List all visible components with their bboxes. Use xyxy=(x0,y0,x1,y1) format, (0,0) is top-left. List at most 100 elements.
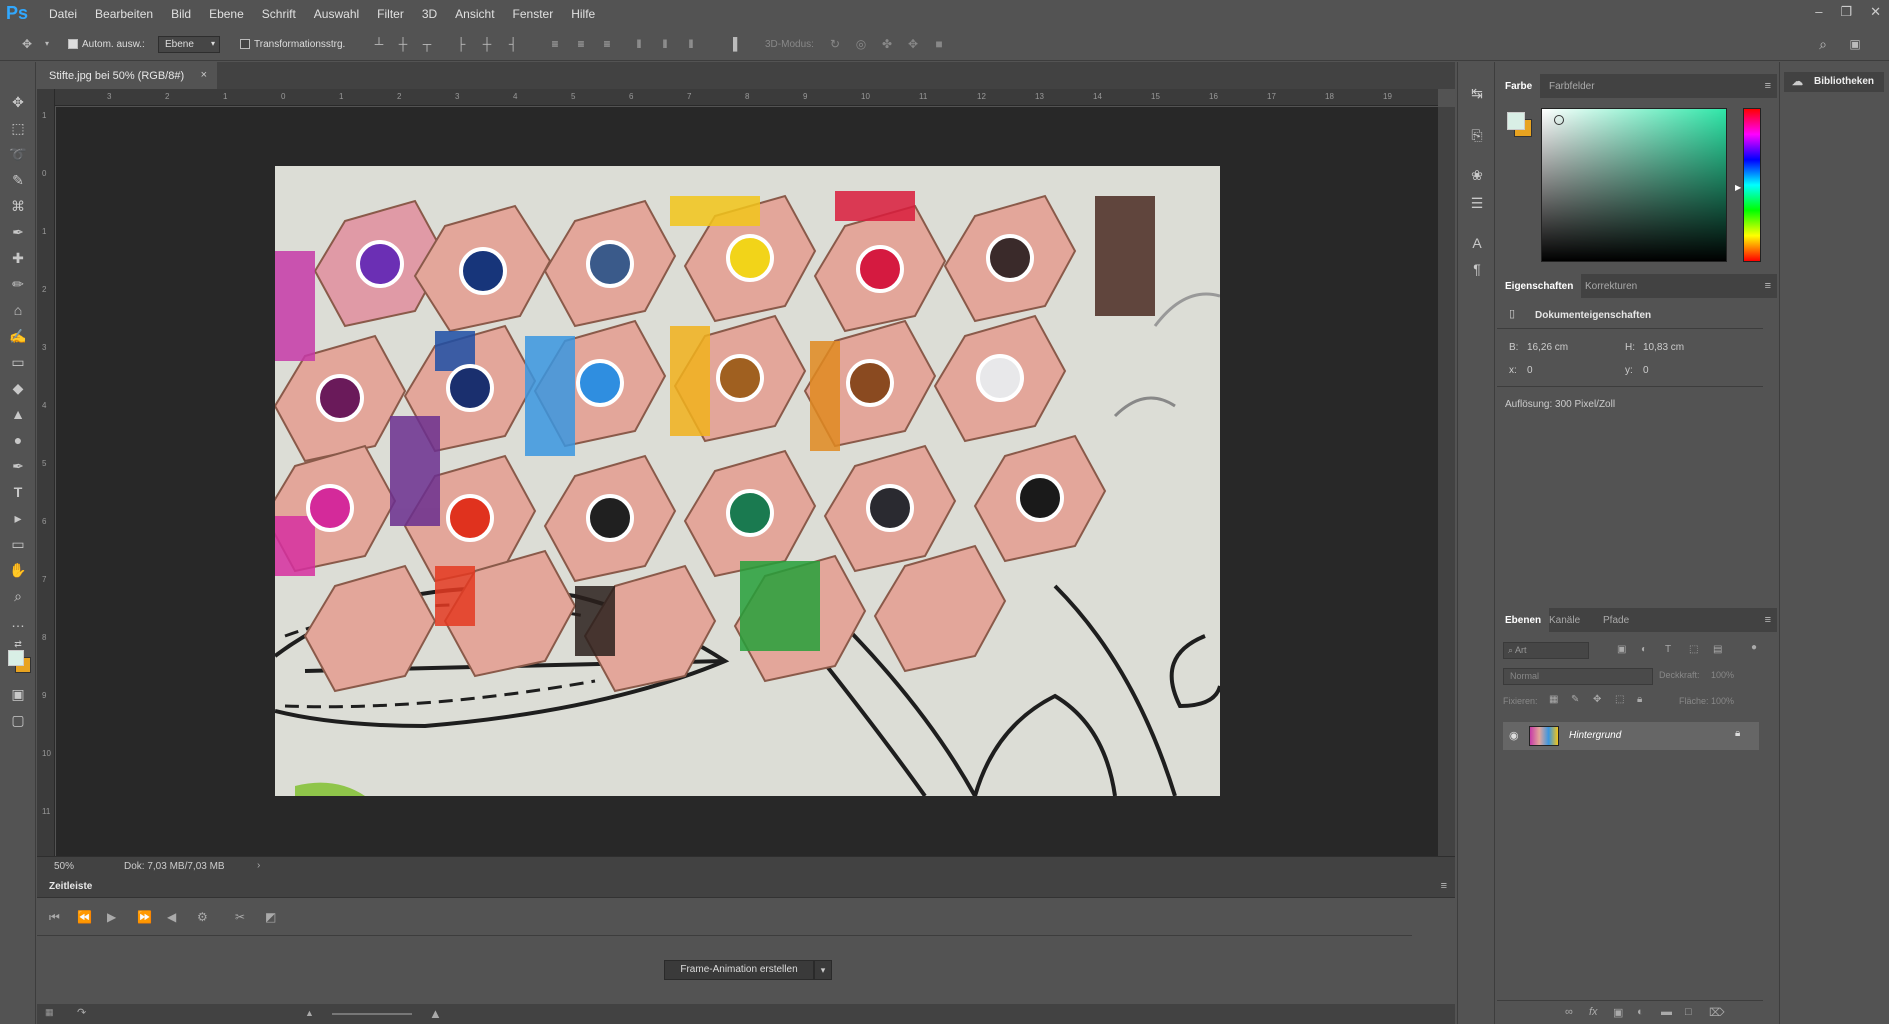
workspace-icon[interactable]: ▣ xyxy=(1848,37,1862,51)
rotate-3d-icon[interactable]: ↻ xyxy=(828,37,842,51)
first-frame-icon[interactable]: ⏮ xyxy=(49,910,60,925)
slide-3d-icon[interactable]: ✥ xyxy=(906,37,920,51)
align-top-icon[interactable]: ┴ xyxy=(372,37,386,51)
paint-bucket-tool-icon[interactable]: ◆ xyxy=(8,378,28,398)
filter-shape-icon[interactable]: ⬚ xyxy=(1689,644,1698,655)
close-icon[interactable]: × xyxy=(201,69,207,81)
previous-frame-icon[interactable]: ⏪ xyxy=(77,910,92,924)
hue-slider[interactable] xyxy=(1743,108,1761,262)
vertical-scrollbar[interactable] xyxy=(1438,107,1455,856)
zoom-level[interactable]: 50% xyxy=(54,861,74,872)
zoom-slider[interactable] xyxy=(332,1013,412,1015)
crop-tool-icon[interactable]: ⌘ xyxy=(8,196,28,216)
align-vcenter-icon[interactable]: ┼ xyxy=(396,37,410,51)
new-layer-icon[interactable]: □ xyxy=(1685,1006,1692,1018)
distribute-vcenter-icon[interactable]: ≡ xyxy=(574,37,588,51)
drag-3d-icon[interactable]: ✤ xyxy=(880,37,894,51)
eraser-tool-icon[interactable]: ▭ xyxy=(8,352,28,372)
character-icon[interactable]: A xyxy=(1468,234,1486,252)
menu-schrift[interactable]: Schrift xyxy=(253,7,305,21)
frame-grid-icon[interactable]: ▦ xyxy=(45,1007,54,1018)
layer-style-fx-icon[interactable]: fx xyxy=(1589,1006,1598,1018)
history-icon[interactable]: ↹ xyxy=(1468,84,1486,102)
timeline-title[interactable]: Zeitleiste xyxy=(49,881,92,892)
add-mask-icon[interactable]: ▣ xyxy=(1613,1006,1623,1019)
rectangle-tool-icon[interactable]: ▭ xyxy=(8,534,28,554)
menu-3d[interactable]: 3D xyxy=(413,7,446,21)
layer-row[interactable]: ◉ Hintergrund 🔒︎ xyxy=(1503,722,1759,750)
blend-mode-select[interactable]: Normal xyxy=(1503,668,1653,685)
chevron-down-icon[interactable]: ▾ xyxy=(40,37,54,51)
move-tool-icon[interactable]: ✥ xyxy=(8,92,28,112)
x-value[interactable]: 0 xyxy=(1527,365,1533,376)
adjustment-layer-icon[interactable]: ◐ xyxy=(1637,1006,1644,1018)
restore-icon[interactable]: ❐ xyxy=(1840,4,1852,20)
panel-menu-icon[interactable]: ≡ xyxy=(1765,80,1771,92)
distribute-top-icon[interactable]: ≡ xyxy=(548,37,562,51)
stamp-tool-icon[interactable]: ⌂ xyxy=(8,300,28,320)
eyedropper-tool-icon[interactable]: ✒ xyxy=(8,222,28,242)
libraries-button[interactable]: ☁ Bibliotheken xyxy=(1784,72,1884,92)
brush-tool-icon[interactable]: ✏ xyxy=(8,274,28,294)
healing-brush-tool-icon[interactable]: ✚ xyxy=(8,248,28,268)
search-icon[interactable]: ⌕ xyxy=(1816,37,1830,51)
quick-mask-icon[interactable]: ▣ xyxy=(8,684,28,704)
audio-icon[interactable]: ◀ xyxy=(167,910,176,924)
filter-adjustment-icon[interactable]: ◐ xyxy=(1641,644,1647,655)
convert-icon[interactable]: ↷ xyxy=(77,1006,86,1019)
pen-tool-icon[interactable]: ✒ xyxy=(8,456,28,476)
menu-filter[interactable]: Filter xyxy=(368,7,413,21)
menu-datei[interactable]: Datei xyxy=(40,7,86,21)
settings-gear-icon[interactable]: ⚙ xyxy=(197,910,208,924)
trash-icon[interactable]: ⌦ xyxy=(1709,1006,1725,1019)
auto-select-checkbox[interactable] xyxy=(68,39,78,49)
zoom-in-mountain-icon[interactable]: ▲ xyxy=(429,1006,442,1021)
tab-pfade[interactable]: Pfade xyxy=(1595,608,1637,632)
fill-value[interactable]: 100% xyxy=(1711,696,1734,706)
foreground-color-swatch[interactable] xyxy=(8,650,24,666)
filter-type-icon[interactable]: T xyxy=(1665,644,1671,655)
layer-name[interactable]: Hintergrund xyxy=(1569,730,1621,741)
tab-korrekturen[interactable]: Korrekturen xyxy=(1577,274,1645,298)
move-tool-icon[interactable]: ✥ xyxy=(20,37,34,51)
distribute-bottom-icon[interactable]: ≡ xyxy=(600,37,614,51)
tab-farbfelder[interactable]: Farbfelder xyxy=(1541,74,1603,98)
menu-bild[interactable]: Bild xyxy=(162,7,200,21)
distribute-hcenter-icon[interactable]: ‖ xyxy=(658,37,672,51)
panel-menu-icon[interactable]: ≡ xyxy=(1441,880,1447,892)
link-layers-icon[interactable]: ∞ xyxy=(1565,1006,1573,1018)
panel-menu-icon[interactable]: ≡ xyxy=(1765,614,1771,626)
dodge-tool-icon[interactable]: ● xyxy=(8,430,28,450)
transition-icon[interactable]: ◩ xyxy=(265,910,276,924)
actions-icon[interactable]: ⎘ xyxy=(1468,126,1486,144)
hand-tool-icon[interactable]: ✋ xyxy=(8,560,28,580)
tab-eigenschaften[interactable]: Eigenschaften xyxy=(1497,274,1582,298)
chevron-right-icon[interactable]: › xyxy=(257,860,260,871)
lock-artboard-icon[interactable]: ⬚ xyxy=(1615,694,1624,705)
menu-ebene[interactable]: Ebene xyxy=(200,7,253,21)
tab-farbe[interactable]: Farbe xyxy=(1497,74,1541,98)
tab-kanaele[interactable]: Kanäle xyxy=(1541,608,1588,632)
panel-menu-icon[interactable]: ≡ xyxy=(1765,280,1771,292)
color-picker-cursor[interactable] xyxy=(1554,115,1564,125)
visibility-eye-icon[interactable]: ◉ xyxy=(1509,729,1519,742)
y-value[interactable]: 0 xyxy=(1643,365,1649,376)
path-select-tool-icon[interactable]: ▸ xyxy=(8,508,28,528)
document-canvas[interactable] xyxy=(56,107,1438,856)
lasso-tool-icon[interactable]: ➰ xyxy=(8,144,28,164)
close-icon[interactable]: ✕ xyxy=(1870,4,1881,20)
chevron-down-icon[interactable]: ▾ xyxy=(814,960,832,980)
auto-align-icon[interactable]: ▐ xyxy=(726,37,740,51)
filter-smart-object-icon[interactable]: ▤ xyxy=(1713,644,1722,655)
marquee-tool-icon[interactable]: ⬚ xyxy=(8,118,28,138)
distribute-left-icon[interactable]: ‖ xyxy=(632,37,646,51)
distribute-right-icon[interactable]: ‖ xyxy=(684,37,698,51)
hue-slider-handle-icon[interactable]: ▶ xyxy=(1735,183,1741,192)
filter-pixel-icon[interactable]: ▣ xyxy=(1617,644,1626,655)
adjustments-sliders-icon[interactable]: ☰ xyxy=(1468,194,1486,212)
scale-3d-icon[interactable]: ■ xyxy=(932,37,946,51)
create-frame-animation-button[interactable]: Frame-Animation erstellen xyxy=(664,960,814,980)
paragraph-icon[interactable]: ¶ xyxy=(1468,260,1486,278)
color-picker-field[interactable] xyxy=(1541,108,1727,262)
quick-select-tool-icon[interactable]: ✎ xyxy=(8,170,28,190)
